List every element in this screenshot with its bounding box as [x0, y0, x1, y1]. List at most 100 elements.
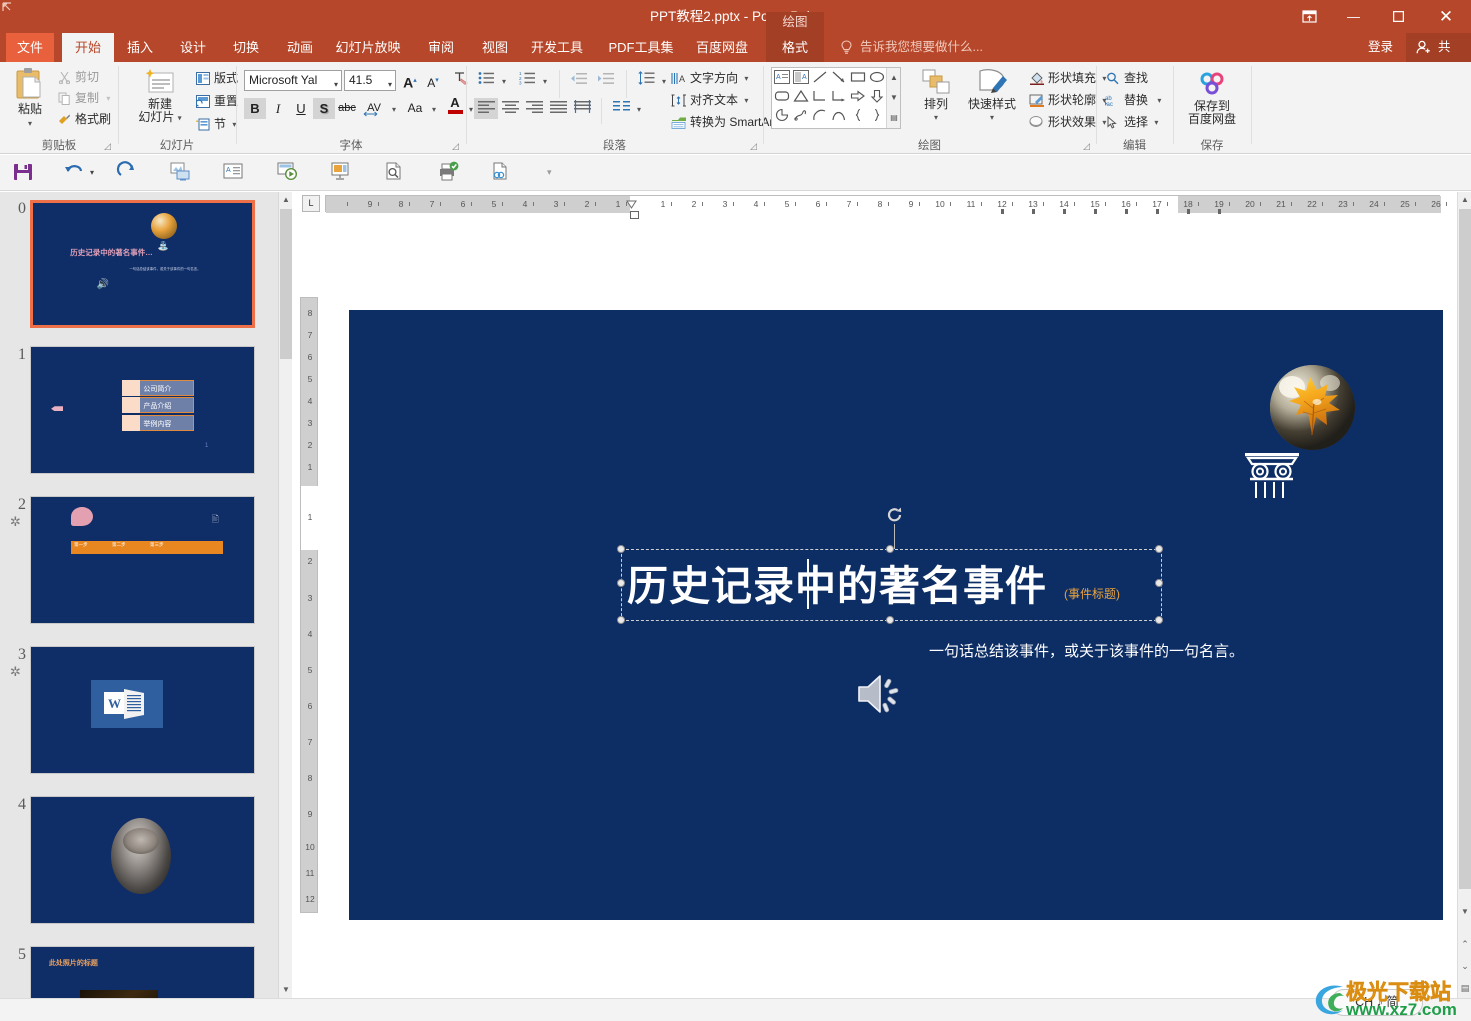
thumbnail-scroll-thumb[interactable]	[280, 209, 292, 359]
change-case-chevron-down-icon[interactable]: ▾	[428, 98, 440, 119]
ionic-column-icon[interactable]	[1244, 452, 1300, 500]
shape-pie-icon[interactable]	[774, 108, 793, 125]
tab-animations[interactable]: 动画	[276, 33, 324, 62]
thumbnail-slide-1[interactable]: 公司简介 产品介绍 举例内容 1	[30, 346, 255, 474]
numbering-icon[interactable]: 123	[515, 70, 539, 91]
tab-file[interactable]: 文件	[6, 33, 54, 62]
tab-home[interactable]: 开始	[62, 33, 114, 62]
shape-left-brace-icon[interactable]	[850, 108, 869, 125]
horizontal-ruler[interactable]: 9 8 7 6 5 4 3 2 1 1 2 3 4 5 6 7 8 9 10 1…	[325, 195, 1471, 213]
shape-arrow-icon[interactable]	[831, 70, 850, 87]
left-indent-marker[interactable]	[630, 211, 639, 219]
font-size-chevron-down-icon[interactable]: ▾	[388, 77, 392, 92]
tab-slideshow[interactable]: 幻灯片放映	[329, 33, 407, 62]
slide-editing-surface[interactable]: 历史记录中的著名事件 (事件标题) 一句话总结该事件，或关于该事件的一句名言。	[349, 310, 1443, 920]
thumbnail-row-4[interactable]: 4	[0, 790, 292, 930]
font-name-chevron-down-icon[interactable]: ▾	[334, 77, 338, 92]
resize-handle-tl[interactable]	[617, 545, 625, 553]
character-spacing-button[interactable]: AV	[359, 98, 389, 119]
maximize-button[interactable]	[1376, 0, 1421, 33]
copy-chevron-down-icon[interactable]: ▾	[106, 94, 110, 103]
thumbnail-slide-3[interactable]: W	[30, 646, 255, 774]
copy-button[interactable]: 复制 ▾	[56, 89, 114, 107]
present-current-icon[interactable]	[329, 161, 355, 185]
speaker-audio-icon[interactable]	[854, 668, 906, 720]
change-case-button[interactable]: Aa	[401, 98, 429, 119]
outline-view-icon[interactable]: A	[222, 161, 248, 185]
tab-pdf-tools[interactable]: PDF工具集	[600, 33, 682, 62]
shapes-gallery-scroll-up-icon[interactable]: ▲	[887, 69, 901, 87]
columns-icon[interactable]	[609, 98, 633, 119]
new-slide-screen-icon[interactable]	[169, 161, 195, 185]
text-shadow-button[interactable]: S	[313, 98, 335, 119]
columns-chevron-down-icon[interactable]: ▾	[633, 98, 645, 119]
canvas-vertical-scrollbar[interactable]: ▲ ▼ ⌃ ⌄ ▤	[1457, 192, 1471, 998]
tab-format[interactable]: 格式	[766, 33, 824, 62]
tab-review[interactable]: 审阅	[417, 33, 465, 62]
slide-navigation-icon[interactable]: ▤	[1458, 980, 1471, 996]
quick-styles-chevron-down-icon[interactable]: ▾	[963, 111, 1021, 124]
thumbnail-row-2[interactable]: 2 ✲ 🖹 第一步 ➡ 第二步 ➡ 第三步 ➡	[0, 490, 292, 630]
new-slide-button[interactable]: 新建 幻灯片 ▾	[130, 68, 190, 124]
qat-more-icon[interactable]: ▾	[543, 161, 561, 185]
canvas-scroll-thumb[interactable]	[1459, 209, 1471, 889]
bullets-chevron-down-icon[interactable]: ▾	[498, 70, 510, 91]
replace-button[interactable]: ab ac 替换 ▾	[1104, 90, 1166, 110]
drawing-dialog-launcher[interactable]: ◿	[1083, 141, 1094, 152]
shapes-gallery[interactable]: A A ▲ ▼ ▤	[771, 67, 901, 129]
font-dialog-launcher[interactable]: ◿	[452, 141, 463, 152]
print-ok-icon[interactable]	[436, 161, 462, 185]
align-left-icon[interactable]	[474, 98, 498, 119]
resize-handle-ml[interactable]	[617, 579, 625, 587]
increase-font-size-button[interactable]: A▴	[399, 70, 421, 91]
minimize-button[interactable]: —	[1331, 0, 1376, 33]
text-direction-button[interactable]: A 文字方向 ▾	[670, 68, 758, 88]
select-button[interactable]: 选择 ▾	[1104, 112, 1166, 132]
undo-icon[interactable]: ▾	[64, 161, 100, 185]
paste-chevron-down-icon[interactable]: ▾	[6, 117, 54, 130]
canvas-scroll-down-icon[interactable]: ▼	[1458, 904, 1471, 920]
numbering-chevron-down-icon[interactable]: ▾	[539, 70, 551, 91]
find-button[interactable]: 查找	[1104, 68, 1166, 88]
bold-button[interactable]: B	[244, 98, 266, 119]
clipboard-dialog-launcher[interactable]: ◿	[104, 141, 115, 152]
title-placeholder[interactable]: 历史记录中的著名事件 (事件标题)	[617, 545, 1163, 624]
autumn-leaf-oval-image[interactable]	[1270, 365, 1355, 450]
line-spacing-icon[interactable]	[634, 70, 658, 91]
resize-handle-mr[interactable]	[1155, 579, 1163, 587]
canvas-scroll-up-icon[interactable]: ▲	[1458, 192, 1471, 208]
distribute-text-icon[interactable]	[570, 98, 594, 119]
shape-elbow-connector-icon[interactable]	[812, 89, 831, 106]
shape-vertical-textbox-icon[interactable]: A	[793, 70, 812, 87]
share-button[interactable]: 共享	[1406, 33, 1471, 83]
thumbnail-slide-0[interactable]: ⛲ 历史记录中的著名事件… 一句话总结该事件，或关于该事件的一句名言。 🔊	[30, 200, 255, 328]
decrease-font-size-button[interactable]: A▾	[422, 70, 444, 91]
save-to-baidu-netdisk-button[interactable]: 保存到 百度网盘	[1179, 70, 1245, 126]
resize-handle-tc[interactable]	[886, 545, 894, 553]
tab-stop-selector[interactable]: L	[302, 195, 320, 212]
shape-curve-icon[interactable]	[831, 108, 850, 125]
thumbnail-slide-5[interactable]: 此处照片的标题 2 用一句话描述照片的内容，或关于……这张照片所要表达的中心思想…	[30, 946, 255, 998]
thumbnail-row-3[interactable]: 3 ✲ W	[0, 640, 292, 780]
tab-view[interactable]: 视图	[471, 33, 519, 62]
previous-slide-icon[interactable]: ⌃	[1458, 936, 1471, 952]
cut-button[interactable]: 剪切	[56, 68, 114, 86]
resize-handle-tr[interactable]	[1155, 545, 1163, 553]
tab-design[interactable]: 设计	[169, 33, 217, 62]
arrange-button[interactable]: 排列 ▾	[913, 68, 959, 124]
shape-fill-button[interactable]: 形状填充 ▾	[1028, 68, 1106, 88]
shape-triangle-icon[interactable]	[793, 89, 812, 106]
paragraph-dialog-launcher[interactable]: ◿	[750, 141, 761, 152]
resize-handle-bl[interactable]	[617, 616, 625, 624]
thumbnail-scroll-down-icon[interactable]: ▼	[279, 982, 293, 998]
thumbnail-row-0[interactable]: 0 ⛲ 历史记录中的著名事件… 一句话总结该事件，或关于该事件的一句名言。 🔊	[0, 200, 292, 336]
quick-styles-button[interactable]: 快速样式 ▾	[963, 68, 1021, 124]
thumbnail-pane-scrollbar[interactable]: ▲ ▼	[278, 192, 293, 998]
print-preview-icon[interactable]	[383, 161, 409, 185]
shape-freeform-icon[interactable]	[793, 108, 812, 125]
shape-rounded-rectangle-icon[interactable]	[774, 89, 793, 106]
redo-icon[interactable]	[116, 161, 142, 185]
vertical-ruler[interactable]: 8 7 6 5 4 3 2 1 1 2 3 4 5 6 7 8 9 10 11 …	[300, 297, 319, 913]
font-name-box[interactable]: Microsoft Yal ▾	[244, 70, 342, 91]
shapes-gallery-scrollbar[interactable]: ▲ ▼ ▤	[886, 68, 900, 128]
